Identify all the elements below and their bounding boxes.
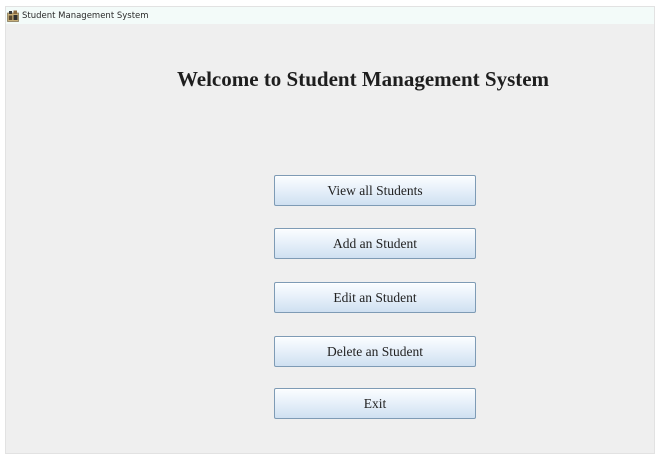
edit-student-button[interactable]: Edit an Student bbox=[274, 282, 476, 313]
app-icon bbox=[7, 10, 19, 22]
add-student-button[interactable]: Add an Student bbox=[274, 228, 476, 259]
delete-student-button[interactable]: Delete an Student bbox=[274, 336, 476, 367]
welcome-heading: Welcome to Student Management System bbox=[176, 67, 550, 91]
window-title: Student Management System bbox=[22, 10, 149, 21]
exit-button[interactable]: Exit bbox=[274, 388, 476, 419]
title-bar[interactable]: Student Management System bbox=[6, 7, 654, 24]
main-window: Student Management System Welcome to Stu… bbox=[5, 6, 655, 454]
view-all-students-button[interactable]: View all Students bbox=[274, 175, 476, 206]
